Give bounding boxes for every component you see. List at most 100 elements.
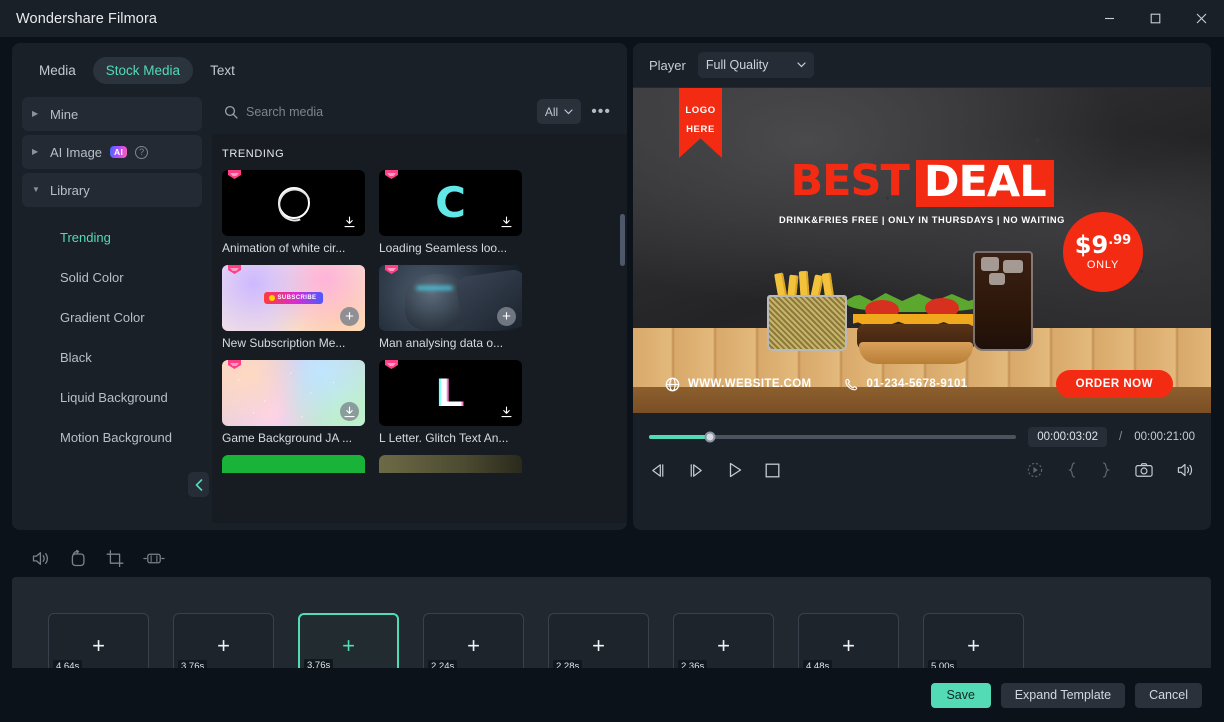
- premium-badge-icon: [228, 360, 241, 377]
- plus-icon[interactable]: +: [342, 634, 355, 657]
- seek-slider[interactable]: [649, 431, 1017, 443]
- plus-icon[interactable]: +: [467, 634, 480, 657]
- volume-icon[interactable]: [32, 550, 51, 567]
- ribbon-line-1: LOGO: [685, 105, 716, 116]
- add-icon[interactable]: +: [497, 307, 516, 326]
- sidebar-item-solid-color[interactable]: Solid Color: [12, 257, 212, 297]
- plus-icon[interactable]: +: [92, 634, 105, 657]
- sidebar-group-mine[interactable]: ▶ Mine: [22, 97, 202, 131]
- sidebar-item-gradient-color[interactable]: Gradient Color: [12, 297, 212, 337]
- price-badge: $9.99 ONLY: [1063, 212, 1143, 292]
- sidebar-item-motion-background[interactable]: Motion Background: [12, 417, 212, 457]
- video-preview[interactable]: LOGO HERE BEST DEAL DRINK&FRIES FREE | O…: [633, 88, 1211, 413]
- download-icon[interactable]: [340, 402, 359, 421]
- stop-icon[interactable]: [765, 463, 780, 478]
- premium-badge-icon: [385, 265, 398, 282]
- media-title: Loading Seamless loo...: [379, 241, 508, 255]
- media-card-partial[interactable]: [222, 455, 365, 473]
- next-frame-icon[interactable]: [688, 463, 705, 478]
- filter-dropdown[interactable]: All: [536, 99, 582, 124]
- expand-template-button[interactable]: Expand Template: [1000, 682, 1126, 708]
- timeline-toolbar: [12, 540, 1211, 577]
- tab-text[interactable]: Text: [197, 57, 248, 84]
- maximize-button[interactable]: [1132, 0, 1178, 37]
- previous-frame-icon[interactable]: [649, 463, 666, 478]
- plus-icon[interactable]: +: [842, 634, 855, 657]
- player-panel: Player Full Quality LOGO HERE BEST DEAL …: [633, 43, 1211, 530]
- mark-out-icon[interactable]: [1101, 462, 1111, 478]
- sidebar-collapse-button[interactable]: [188, 472, 209, 497]
- snapshot-icon[interactable]: [1135, 462, 1153, 478]
- premium-badge-icon: [228, 265, 241, 282]
- help-icon[interactable]: ?: [135, 145, 149, 159]
- plus-icon[interactable]: +: [967, 634, 980, 657]
- tab-media[interactable]: Media: [26, 57, 89, 84]
- more-options-button[interactable]: •••: [589, 103, 613, 121]
- quality-dropdown[interactable]: Full Quality: [697, 52, 814, 78]
- search-input[interactable]: [246, 104, 529, 119]
- seek-handle[interactable]: [704, 431, 716, 443]
- media-title: Animation of white cir...: [222, 241, 346, 255]
- chevron-down-icon: [564, 108, 573, 114]
- media-title: L Letter. Glitch Text An...: [379, 431, 509, 445]
- plus-icon[interactable]: +: [717, 634, 730, 657]
- media-thumbnail[interactable]: SUBSCRIBE +: [222, 265, 365, 331]
- media-card[interactable]: Animation of white cir...: [222, 170, 365, 255]
- chevron-right-icon: ▶: [32, 109, 39, 118]
- volume-icon[interactable]: [1177, 462, 1195, 478]
- timecode-separator: /: [1119, 431, 1123, 443]
- close-button[interactable]: [1178, 0, 1224, 37]
- artwork-glow: [416, 286, 454, 291]
- preview-headline: BEST DEAL DRINK&FRIES FREE | ONLY IN THU…: [633, 160, 1211, 226]
- sidebar-item-black[interactable]: Black: [12, 337, 212, 377]
- plus-icon[interactable]: +: [217, 634, 230, 657]
- plus-icon[interactable]: +: [592, 634, 605, 657]
- download-icon[interactable]: [497, 212, 516, 231]
- record-icon[interactable]: [1027, 462, 1043, 478]
- download-icon[interactable]: [497, 402, 516, 421]
- media-card[interactable]: + Man analysing data o...: [379, 265, 522, 350]
- media-grid-scrollbar[interactable]: [620, 186, 625, 516]
- save-button[interactable]: Save: [930, 682, 991, 708]
- speed-icon[interactable]: [143, 550, 165, 567]
- mark-in-icon[interactable]: [1067, 462, 1077, 478]
- panel-split: ▶ Mine ▶ AI Image AI ? ▼ Library Trendin…: [12, 89, 627, 523]
- player-header: Player Full Quality: [633, 43, 1211, 88]
- current-timecode[interactable]: 00:00:03:02: [1028, 427, 1108, 447]
- panel-tabs: Media Stock Media Text: [12, 51, 627, 89]
- media-thumbnail[interactable]: [222, 170, 365, 236]
- play-icon[interactable]: [727, 462, 743, 478]
- phone-info: 01-234-5678-9101: [844, 377, 968, 392]
- dialog-footer: Save Expand Template Cancel: [0, 668, 1224, 722]
- scrollbar-thumb[interactable]: [620, 214, 625, 266]
- maximize-icon: [1150, 13, 1160, 24]
- crop-icon[interactable]: [106, 550, 125, 567]
- sidebar-group-ai-image[interactable]: ▶ AI Image AI ?: [22, 135, 202, 169]
- rotate-icon[interactable]: [69, 550, 88, 567]
- media-thumbnail[interactable]: [379, 455, 522, 473]
- cancel-button[interactable]: Cancel: [1135, 682, 1202, 708]
- media-thumbnail[interactable]: [222, 455, 365, 473]
- media-thumbnail[interactable]: L: [379, 360, 522, 426]
- media-card[interactable]: C Loading Seamless loo...: [379, 170, 522, 255]
- media-card[interactable]: L L Letter. Glitch Text An...: [379, 360, 522, 445]
- media-thumbnail[interactable]: C: [379, 170, 522, 236]
- media-card[interactable]: SUBSCRIBE + New Subscription Me...: [222, 265, 365, 350]
- media-thumbnail[interactable]: [222, 360, 365, 426]
- sidebar-item-liquid-background[interactable]: Liquid Background: [12, 377, 212, 417]
- add-icon[interactable]: +: [340, 307, 359, 326]
- library-sidebar: ▶ Mine ▶ AI Image AI ? ▼ Library Trendin…: [12, 89, 212, 523]
- sidebar-group-library[interactable]: ▼ Library: [22, 173, 202, 207]
- media-card[interactable]: Game Background JA ...: [222, 360, 365, 445]
- website-text: WWW.WEBSITE.COM: [688, 378, 812, 390]
- ribbon-line-2: HERE: [686, 124, 715, 135]
- minimize-button[interactable]: [1086, 0, 1132, 37]
- sidebar-item-trending[interactable]: Trending: [12, 217, 212, 257]
- download-icon[interactable]: [340, 212, 359, 231]
- phone-icon: [844, 378, 857, 390]
- media-thumbnail[interactable]: +: [379, 265, 522, 331]
- sidebar-fade: [12, 469, 212, 523]
- tab-stock-media[interactable]: Stock Media: [92, 56, 194, 84]
- media-card-partial[interactable]: [379, 455, 522, 473]
- sidebar-group-label: Library: [50, 182, 90, 198]
